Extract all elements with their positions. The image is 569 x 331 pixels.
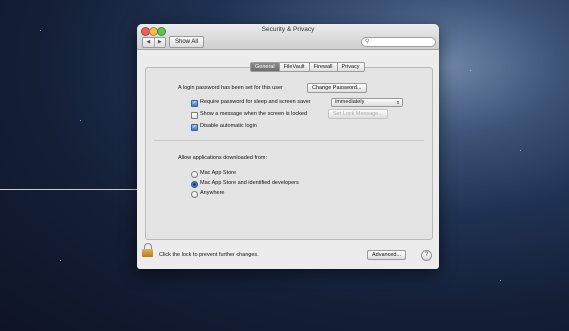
require-password-checkbox[interactable]: ✓	[191, 100, 198, 107]
radio-label-identified-developers: Mac App Store and identified developers	[200, 180, 299, 186]
star	[40, 30, 41, 31]
section-divider	[154, 140, 424, 141]
require-password-delay-value: immediately	[335, 99, 365, 105]
tab-bar: General FileVault Firewall Privacy	[250, 62, 365, 72]
help-icon[interactable]: ?	[421, 250, 432, 261]
radio-label-mac-app-store: Mac App Store	[200, 170, 237, 176]
chevron-right-icon[interactable]: ▶	[153, 38, 166, 47]
change-password-button[interactable]: Change Password...	[307, 83, 367, 93]
security-privacy-window: Security & Privacy ◀ ▶ Show All ⚲ Genera…	[137, 24, 439, 269]
radio-identified-developers[interactable]	[191, 181, 198, 188]
pointer-line	[0, 189, 148, 190]
show-message-label: Show a message when the screen is locked	[200, 111, 308, 117]
show-all-button[interactable]: Show All	[169, 36, 205, 48]
search-input[interactable]: ⚲	[361, 37, 436, 47]
disable-autologin-checkbox[interactable]: ✓	[191, 124, 198, 131]
tab-general[interactable]: General	[250, 62, 280, 72]
tab-firewall[interactable]: Firewall	[309, 62, 338, 72]
lock-body	[142, 249, 153, 257]
search-icon: ⚲	[365, 39, 370, 45]
chevron-updown-icon: ⇕	[396, 100, 400, 105]
radio-mac-app-store[interactable]	[191, 171, 198, 178]
downloads-heading: Allow applications downloaded from:	[178, 155, 267, 161]
radio-label-anywhere: Anywhere	[200, 190, 225, 196]
tab-privacy[interactable]: Privacy	[337, 62, 365, 72]
lock-icon[interactable]	[142, 243, 154, 257]
radio-anywhere[interactable]	[191, 191, 198, 198]
star	[520, 150, 521, 151]
tab-filevault[interactable]: FileVault	[279, 62, 310, 72]
lock-text: Click the lock to prevent further change…	[159, 252, 259, 258]
show-message-checkbox[interactable]	[191, 112, 198, 119]
set-lock-message-button[interactable]: Set Lock Message...	[328, 109, 388, 119]
require-password-label: Require password for sleep and screen sa…	[200, 99, 311, 105]
star	[470, 70, 471, 71]
star	[500, 280, 501, 281]
login-password-text: A login password has been set for this u…	[178, 85, 283, 91]
star	[60, 260, 61, 261]
advanced-button[interactable]: Advanced...	[367, 250, 407, 260]
titlebar: Security & Privacy ◀ ▶ Show All ⚲	[137, 24, 439, 50]
disable-autologin-label: Disable automatic login	[200, 123, 257, 129]
general-panel: A login password has been set for this u…	[145, 67, 433, 240]
window-title: Security & Privacy	[261, 26, 315, 33]
chevron-left-icon[interactable]: ◀	[143, 38, 154, 47]
require-password-delay-select[interactable]: immediately ⇕	[331, 98, 403, 107]
back-forward-control: ◀ ▶	[142, 37, 166, 48]
star	[80, 120, 81, 121]
